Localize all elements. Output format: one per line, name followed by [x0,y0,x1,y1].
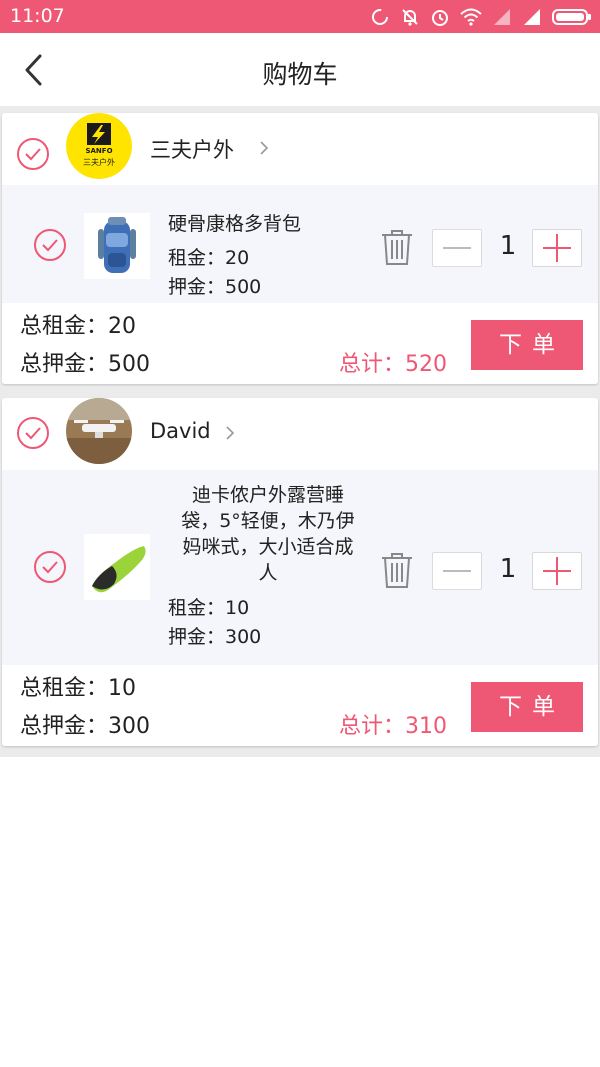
store-name: 三夫户外 [150,138,234,162]
product-rent: 租金：10 [168,597,250,619]
product-name-line: 袋，5°轻便，木乃伊 [181,510,355,532]
product-name-line: 妈咪式，大小适合成 [182,536,354,558]
sync-icon [372,9,388,25]
quantity-value: 1 [499,231,517,261]
store-logo-text-sanfo: SANFO [85,147,112,155]
product-name-line: 迪卡侬户外露营睡 [191,484,344,506]
increase-quantity-button[interactable] [532,552,582,590]
page-title: 购物车 [262,60,338,89]
product-name: 硬骨康格多背包 [168,213,302,235]
signal-icon [524,9,540,25]
store-select-checkbox[interactable] [16,416,50,450]
store-select-checkbox[interactable] [16,137,50,171]
alarm-icon [432,10,448,26]
place-order-button[interactable]: 下单 [471,320,583,370]
plus-icon [543,234,571,262]
product-deposit: 押金：500 [168,276,262,298]
store-avatar: SANFO 三夫户外 [66,113,132,179]
store-logo-text-cn: 三夫户外 [83,157,115,167]
backpack-image [84,213,150,279]
signal-icon [494,9,510,25]
total-rent: 总租金：20 [20,314,136,339]
quantity-value: 1 [499,554,517,584]
status-time: 11:07 [10,5,65,27]
store-header[interactable]: David [2,398,598,470]
store-summary: 总租金：20 总押金：500 总计：520 下单 [2,303,598,384]
product-name: 迪卡侬户外露营睡 袋，5°轻便，木乃伊 妈咪式，大小适合成 人 [168,482,368,586]
bell-off-icon [402,9,418,26]
status-bar: 11:07 [0,0,600,33]
trash-icon[interactable] [377,227,417,267]
trash-icon[interactable] [377,550,417,590]
decrease-quantity-button[interactable] [432,552,482,590]
product-name-line: 人 [258,562,278,584]
store-avatar [66,398,132,464]
decrease-quantity-button[interactable] [432,229,482,267]
store-card: SANFO 三夫户外 三夫户外 硬骨康格多背包 租金：20 押金：500 1 总… [2,113,598,384]
sleeping-bag-image [84,534,150,600]
increase-quantity-button[interactable] [532,229,582,267]
order-total: 总计：310 [339,714,447,739]
plus-icon [543,557,571,585]
item-select-checkbox[interactable] [33,228,67,262]
chevron-right-icon [226,426,235,440]
cart-item: 迪卡侬户外露营睡 袋，5°轻便，木乃伊 妈咪式，大小适合成 人 租金：10 押金… [2,470,598,665]
chevron-right-icon [260,141,269,155]
store-name: David [150,419,211,443]
minus-icon [443,247,471,249]
cart-list: SANFO 三夫户外 三夫户外 硬骨康格多背包 租金：20 押金：500 1 总… [0,106,600,757]
minus-icon [443,570,471,572]
order-total: 总计：520 [339,352,447,377]
battery-icon [552,9,591,25]
cart-item: 硬骨康格多背包 租金：20 押金：500 1 [2,185,598,303]
wifi-icon [460,8,482,26]
place-order-button[interactable]: 下单 [471,682,583,732]
store-summary: 总租金：10 总押金：300 总计：310 下单 [2,665,598,746]
status-icons [370,6,592,28]
store-header[interactable]: SANFO 三夫户外 三夫户外 [2,113,598,185]
total-rent: 总租金：10 [20,676,136,701]
product-deposit: 押金：300 [168,626,262,648]
top-navigation-bar: 购物车 [0,33,600,106]
store-card: David 迪卡侬户外露营睡 袋，5°轻便，木乃伊 妈咪式，大小适合成 人 租金… [2,398,598,746]
product-rent: 租金：20 [168,247,250,269]
total-deposit: 总押金：500 [20,352,150,377]
total-deposit: 总押金：300 [20,714,150,739]
item-select-checkbox[interactable] [33,550,67,584]
